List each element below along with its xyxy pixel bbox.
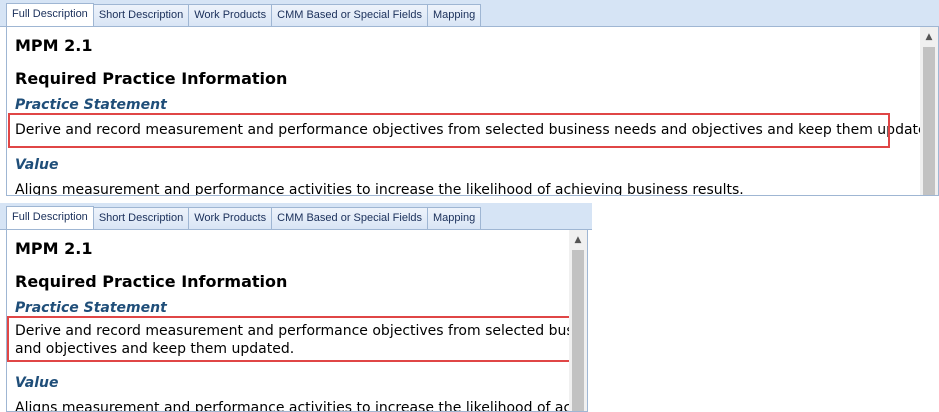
section-heading: Required Practice Information — [15, 69, 288, 88]
value-label: Value — [15, 157, 59, 173]
value-text: Aligns measurement and performance activ… — [15, 400, 588, 412]
tab-bar: Full Description Short Description Work … — [0, 0, 939, 27]
scroll-thumb[interactable] — [572, 250, 584, 411]
tab-mapping[interactable]: Mapping — [427, 4, 482, 26]
value-label: Value — [15, 375, 59, 391]
vertical-scrollbar[interactable]: ▲ — [920, 27, 938, 195]
tab-work-products[interactable]: Work Products — [188, 207, 273, 229]
tab-short-description[interactable]: Short Description — [92, 207, 190, 229]
description-content: MPM 2.1 Required Practice Information Pr… — [6, 230, 588, 412]
section-heading: Required Practice Information — [15, 272, 288, 291]
practice-statement-label: Practice Statement — [15, 300, 167, 316]
vertical-scrollbar[interactable]: ▲ — [569, 230, 587, 411]
tab-bar: Full Description Short Description Work … — [0, 203, 592, 230]
scroll-thumb[interactable] — [923, 47, 935, 195]
value-text: Aligns measurement and performance activ… — [15, 182, 744, 196]
scroll-up-icon[interactable]: ▲ — [569, 232, 587, 248]
practice-id: MPM 2.1 — [15, 36, 93, 55]
tab-cmm-based-or-special-fields[interactable]: CMM Based or Special Fields — [271, 207, 429, 229]
tab-cmm-based-or-special-fields[interactable]: CMM Based or Special Fields — [271, 4, 429, 26]
tab-short-description[interactable]: Short Description — [92, 4, 190, 26]
practice-id: MPM 2.1 — [15, 239, 93, 258]
highlight-box — [8, 113, 890, 148]
description-panel-top: Full Description Short Description Work … — [0, 0, 939, 196]
practice-statement-label: Practice Statement — [15, 97, 167, 113]
scroll-up-icon[interactable]: ▲ — [920, 29, 938, 45]
tab-mapping[interactable]: Mapping — [427, 207, 482, 229]
tab-full-description[interactable]: Full Description — [6, 3, 94, 26]
tab-full-description[interactable]: Full Description — [6, 206, 94, 229]
description-panel-bottom: Full Description Short Description Work … — [0, 203, 592, 412]
description-content: MPM 2.1 Required Practice Information Pr… — [6, 27, 939, 196]
tab-work-products[interactable]: Work Products — [188, 4, 273, 26]
highlight-box — [7, 316, 583, 362]
